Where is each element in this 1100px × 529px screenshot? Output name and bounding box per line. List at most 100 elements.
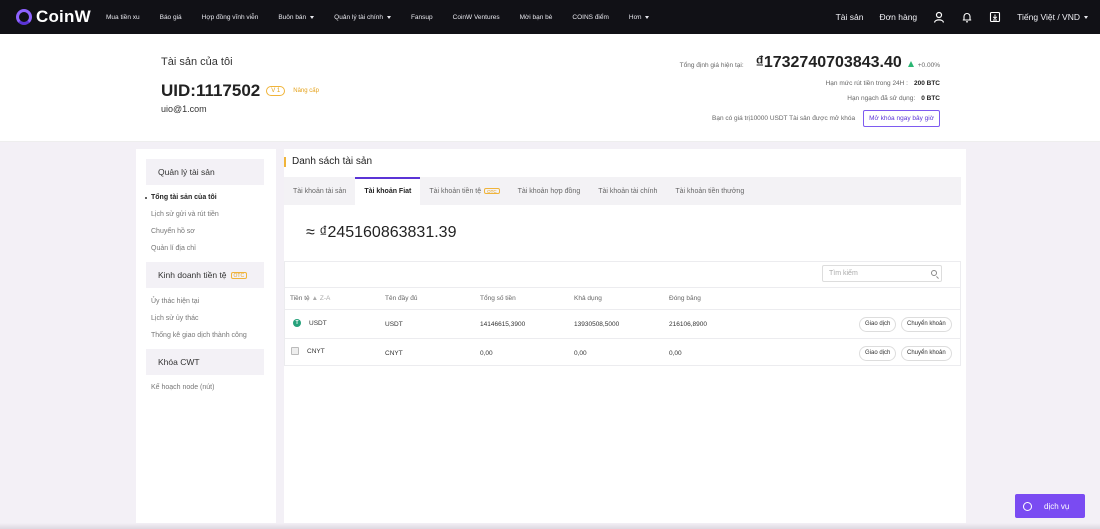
sidebar-item-deposit-withdraw-history[interactable]: Lịch sử gửi và rút tiền (151, 211, 219, 218)
tab-currency-account[interactable]: Tài khoản tiền tệ OTC (420, 177, 508, 205)
nav-menu: Mua tiền xu Báo giá Hợp đồng vĩnh viễn B… (100, 14, 650, 21)
tab-asset-account[interactable]: Tài khoản tài sản (284, 177, 355, 205)
unlock-row: Bạn có giá trị10000 USDT Tài sản được mở… (680, 110, 940, 127)
otc-badge: OTC (484, 188, 500, 194)
nav-item-quotes[interactable]: Báo giá (160, 14, 182, 21)
sort-toggle[interactable]: ▲ Z-A (312, 295, 331, 302)
sidebar-item-my-total-assets[interactable]: Tổng tài sản của tôi (145, 194, 217, 201)
coin-cell: CNYT (291, 347, 325, 355)
sidebar-item-transfer-records[interactable]: Chuyển hồ sơ (151, 228, 195, 235)
total-valuation-value: ₫1732740703843.40 (755, 54, 902, 71)
tab-contract-account[interactable]: Tài khoản hợp đồng (509, 177, 590, 205)
up-arrow-icon (907, 61, 914, 67)
sidebar-item-trade-statistics[interactable]: Thống kê giao dịch thành công (151, 332, 247, 339)
asset-table: Tìm kiếm Tiền tệ ▲ Z-A Tên đầy đủ Tổng số… (284, 261, 961, 366)
fullname-cell: CNYT (385, 350, 403, 357)
tether-icon: T (293, 319, 301, 327)
asset-list-panel: Danh sách tài sản Tài khoản tài sản Tài … (284, 149, 966, 529)
sidebar-item-current-orders[interactable]: Ủy thác hiện tại (151, 298, 199, 305)
column-fullname: Tên đầy đủ (385, 295, 418, 302)
tab-finance-account[interactable]: Tài khoản tài chính (589, 177, 666, 205)
transfer-button[interactable]: Chuyển khoản (901, 317, 952, 332)
tab-fiat-account[interactable]: Tài khoản Fiat (355, 177, 421, 205)
sidebar-section-currency-trading[interactable]: Kinh doanh tiền tệ OTC (146, 262, 264, 288)
page-title: Tài sản của tôi (161, 56, 233, 68)
total-cell: 0,00 (480, 350, 493, 357)
language-selector[interactable]: Tiếng Việt / VND (1017, 12, 1088, 22)
bell-icon[interactable] (961, 11, 973, 23)
trade-button[interactable]: Giao dịch (859, 346, 897, 361)
nav-item-more[interactable]: Hơn (629, 14, 650, 21)
upgrade-link[interactable]: Nâng cấp (293, 88, 319, 94)
nav-assets-link[interactable]: Tài sản (836, 12, 864, 22)
title-accent-bar (284, 156, 286, 167)
asset-list-title: Danh sách tài sản (284, 156, 372, 167)
nav-item-buy-crypto[interactable]: Mua tiền xu (106, 14, 140, 21)
coinw-logo[interactable]: CoinW (16, 7, 100, 27)
sidebar-section-cwt-lock[interactable]: Khóa CWT (146, 349, 264, 375)
table-header: Tiền tệ ▲ Z-A Tên đầy đủ Tổng số tiền Khả… (285, 287, 960, 309)
user-email: uio@1.com (161, 104, 207, 114)
customer-service-label: dịch vụ (1044, 501, 1070, 511)
chat-bubble-icon (1023, 501, 1032, 511)
total-valuation-label: Tổng định giá hiện tại: (679, 62, 744, 69)
unlock-text: Bạn có giá trị10000 USDT Tài sản được mở… (712, 115, 856, 122)
total-valuation-row: Tổng định giá hiện tại: ₫1732740703843.4… (680, 54, 940, 72)
account-header: Tài sản của tôi UID:1117502 V 1 Nâng cấp… (0, 34, 1100, 142)
nav-orders-link[interactable]: Đơn hàng (879, 12, 917, 22)
table-row: T USDT USDT 14146615,3900 13930508,5000 … (285, 309, 960, 338)
search-icon[interactable] (931, 270, 937, 276)
vip-badge: V 1 (266, 86, 286, 96)
nav-item-perpetual-contracts[interactable]: Hợp đồng vĩnh viễn (202, 14, 259, 21)
nav-item-trade[interactable]: Buôn bán (278, 14, 315, 21)
uid-row: UID:1117502 V 1 Nâng cấp (161, 81, 319, 101)
transfer-button[interactable]: Chuyển khoản (901, 346, 952, 361)
account-tabs: Tài khoản tài sản Tài khoản Fiat Tài kho… (284, 177, 961, 205)
nav-item-coins-points[interactable]: COINS điểm (572, 14, 608, 21)
column-available: Khả dụng (574, 295, 602, 302)
valuation-panel: Tổng định giá hiện tại: ₫1732740703843.4… (680, 54, 940, 127)
used-quota-row: Hạn ngạch đã sử dụng: 0 BTC (680, 95, 940, 102)
user-icon[interactable] (933, 11, 945, 23)
frozen-cell: 216106,8900 (669, 321, 707, 328)
withdraw-limit-row: Hạn mức rút tiền trong 24H : 200 BTC (680, 80, 940, 87)
nav-right: Tài sản Đơn hàng Tiếng Việt / VND (820, 0, 1088, 34)
bottom-shade (0, 523, 1100, 529)
coinw-logo-icon (16, 9, 32, 25)
fiat-total-value: ≈ ₫245160863831.39 (306, 224, 457, 241)
withdraw-limit-value: 200 BTC (913, 80, 940, 87)
column-total: Tổng số tiền (480, 295, 516, 302)
nav-item-finance[interactable]: Quản lý tài chính (334, 14, 391, 21)
uid-text: UID:1117502 (161, 81, 261, 100)
top-navbar: CoinW Mua tiền xu Báo giá Hợp đồng vĩnh … (0, 0, 1100, 34)
sidebar-section-asset-management[interactable]: Quản lý tài sản (146, 159, 264, 185)
trade-button[interactable]: Giao dịch (859, 317, 897, 332)
column-coin[interactable]: Tiền tệ ▲ Z-A (290, 295, 330, 302)
change-percent: +0.00% (917, 62, 940, 69)
chevron-down-icon (645, 15, 650, 19)
available-cell: 13930508,5000 (574, 321, 620, 328)
nav-item-invite[interactable]: Mời bạn bè (520, 14, 553, 21)
sidebar: Quản lý tài sản Tổng tài sản của tôi Lịc… (136, 149, 276, 529)
customer-service-button[interactable]: dịch vụ (1015, 494, 1085, 518)
logo-text: CoinW (36, 7, 91, 26)
available-cell: 0,00 (574, 350, 587, 357)
active-dot (145, 197, 147, 199)
nav-item-fansup[interactable]: Fansup (411, 14, 433, 21)
total-cell: 14146615,3900 (480, 321, 526, 328)
tab-bonus-account[interactable]: Tài khoản tiền thưởng (666, 177, 753, 205)
nav-item-ventures[interactable]: CoinW Ventures (453, 14, 500, 21)
fullname-cell: USDT (385, 321, 403, 328)
download-icon[interactable] (989, 11, 1001, 23)
broken-image-icon (291, 347, 299, 355)
sidebar-item-address-management[interactable]: Quản lí địa chỉ (151, 245, 196, 252)
otc-badge: OTC (230, 271, 248, 279)
chevron-down-icon (310, 15, 315, 19)
sidebar-item-order-history[interactable]: Lịch sử ủy thác (151, 315, 199, 322)
search-input[interactable]: Tìm kiếm (822, 265, 942, 282)
used-quota-label: Hạn ngạch đã sử dụng: (847, 95, 916, 102)
used-quota-value: 0 BTC (921, 95, 940, 102)
column-frozen: Đóng băng (669, 295, 701, 302)
sidebar-item-node-plan[interactable]: Kế hoạch node (nút) (151, 384, 214, 391)
unlock-now-button[interactable]: Mở khóa ngay bây giờ (863, 110, 940, 127)
